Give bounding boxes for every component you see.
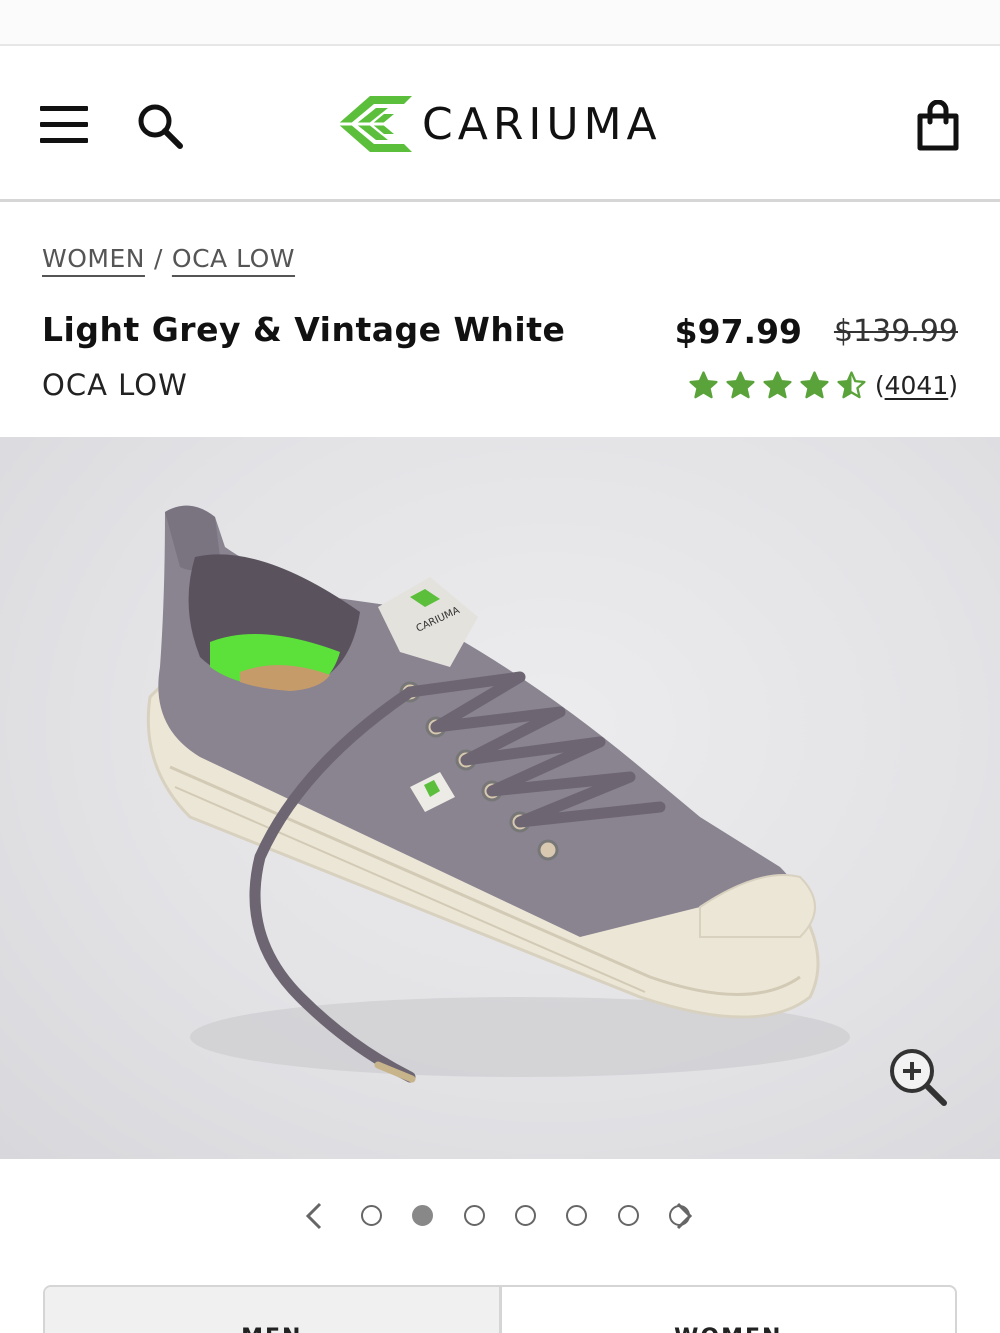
review-count-link[interactable]: (4041) xyxy=(875,371,958,400)
breadcrumb-oca-low[interactable]: OCA LOW xyxy=(172,244,295,273)
chevron-right-icon[interactable] xyxy=(670,1200,698,1232)
star-half-icon xyxy=(837,371,866,399)
product-image[interactable]: CARIUMA xyxy=(0,437,1000,1159)
browser-top-strip xyxy=(0,0,1000,46)
carousel-dot[interactable] xyxy=(463,1205,485,1226)
tab-women[interactable]: WOMEN xyxy=(502,1287,956,1333)
rating-stars xyxy=(688,370,867,401)
breadcrumb-women[interactable]: WOMEN xyxy=(42,244,145,273)
brand-logo[interactable]: CARIUMA xyxy=(334,92,662,156)
product-model: OCA LOW xyxy=(42,368,188,402)
star-full-icon xyxy=(763,371,792,399)
image-carousel-nav xyxy=(300,1196,700,1236)
product-rating[interactable]: (4041) xyxy=(688,370,958,401)
star-full-icon xyxy=(689,371,718,399)
sale-price: $97.99 xyxy=(674,312,802,351)
carousel-dot[interactable] xyxy=(412,1205,434,1226)
breadcrumb: WOMEN / OCA LOW xyxy=(42,244,295,273)
brand-chevron-icon xyxy=(338,96,412,152)
zoom-in-icon[interactable] xyxy=(884,1043,950,1109)
hamburger-menu-icon[interactable] xyxy=(40,106,88,144)
carousel-dot[interactable] xyxy=(361,1205,382,1226)
search-icon[interactable] xyxy=(134,100,186,152)
carousel-dot[interactable] xyxy=(617,1205,639,1226)
brand-name: CARIUMA xyxy=(422,98,662,150)
product-title: Light Grey & Vintage White xyxy=(42,310,566,349)
gender-tabs: MEN WOMEN xyxy=(43,1285,957,1333)
original-price: $139.99 xyxy=(833,314,958,349)
breadcrumb-separator: / xyxy=(153,244,163,273)
tab-men[interactable]: MEN xyxy=(45,1287,502,1333)
shopping-bag-icon[interactable] xyxy=(914,99,962,152)
carousel-dot[interactable] xyxy=(566,1205,588,1226)
star-full-icon xyxy=(800,371,829,399)
star-full-icon xyxy=(726,371,755,399)
chevron-left-icon[interactable] xyxy=(300,1200,328,1232)
site-header: CARIUMA xyxy=(0,48,1000,202)
carousel-dot[interactable] xyxy=(514,1205,536,1226)
shoe-illustration: CARIUMA xyxy=(146,505,850,1083)
